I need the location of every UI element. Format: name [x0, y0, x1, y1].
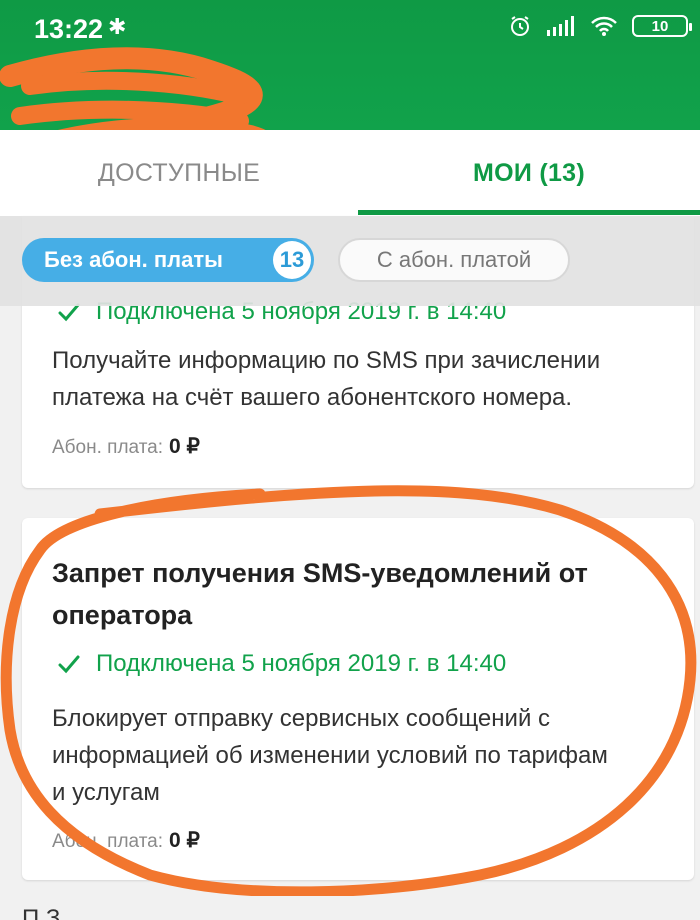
- filter-free-chip[interactable]: Без абон. платы 13: [22, 238, 314, 282]
- fee-label: Абон. плата:: [52, 437, 164, 458]
- alarm-icon: [511, 16, 529, 36]
- fee-value: 0 ₽: [169, 435, 200, 458]
- signal-icon: [547, 16, 574, 36]
- service-description: Получайте информацию по SMS при зачислен…: [52, 347, 601, 411]
- tab-bar: ДОСТУПНЫЕ МОИ (13): [0, 130, 700, 216]
- filter-bar: Без абон. платы 13 С абон. платой: [0, 216, 700, 306]
- next-card-title: П З: [22, 905, 61, 920]
- tab-mine[interactable]: МОИ (13): [358, 130, 700, 216]
- filter-paid-chip[interactable]: С абон. платой: [338, 238, 570, 282]
- active-tab-indicator: [358, 210, 700, 215]
- next-service-card[interactable]: [22, 896, 694, 920]
- service-fee: Абон. плата: 0 ₽: [52, 434, 200, 459]
- battery-icon: 10: [632, 15, 692, 37]
- service-fee: Абон. плата: 0 ₽: [52, 828, 200, 853]
- service-description: Блокирует отправку сервисных сообщений с…: [52, 705, 608, 806]
- status-icons: 10: [508, 14, 692, 38]
- service-title: Запрет получения SMS-уведомлений от опер…: [52, 558, 588, 630]
- connected-status: Подключена 5 ноября 2019 г. в 14:40: [58, 650, 506, 678]
- filter-paid-label: С абон. платой: [376, 247, 532, 272]
- filter-free-label: Без абон. платы: [44, 247, 223, 272]
- wifi-icon: [591, 16, 617, 36]
- connected-text: Подключена 5 ноября 2019 г. в 14:40: [96, 650, 507, 677]
- filter-free-count: 13: [273, 241, 311, 279]
- check-icon: [58, 655, 80, 674]
- fee-label: Абон. плата:: [52, 831, 164, 852]
- tab-available[interactable]: ДОСТУПНЫЕ: [0, 130, 358, 216]
- fee-value: 0 ₽: [169, 829, 200, 852]
- service-card[interactable]: Запрет получения SMS-уведомлений от опер…: [22, 518, 694, 880]
